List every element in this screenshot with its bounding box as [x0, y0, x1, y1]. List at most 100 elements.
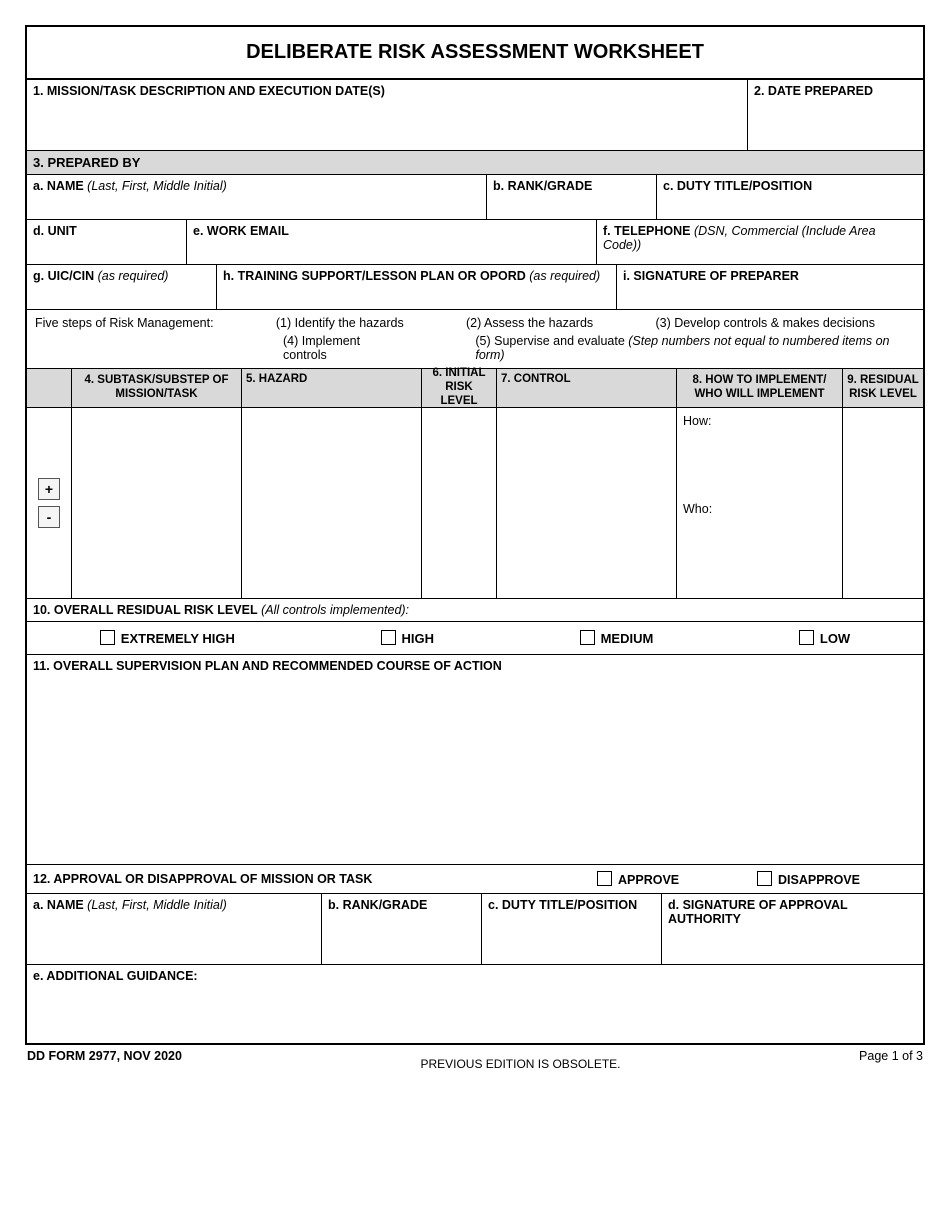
- th-7: 7. CONTROL: [497, 369, 677, 407]
- form-footer: DD FORM 2977, NOV 2020 PREVIOUS EDITION …: [25, 1045, 925, 1071]
- label-3h-hint: (as required): [526, 269, 600, 283]
- who-block: Who:: [683, 502, 836, 516]
- th-6: 6. INITIAL RISK LEVEL: [422, 369, 497, 407]
- label-3h: h. TRAINING SUPPORT/LESSON PLAN OR OPORD: [223, 269, 526, 283]
- step-5-text: (5) Supervise and evaluate: [475, 334, 628, 348]
- cell-residual-risk[interactable]: [843, 408, 923, 598]
- th-6a: 6. INITIAL: [432, 367, 485, 381]
- label-who: Who:: [683, 502, 712, 516]
- label-3b: b. RANK/GRADE: [493, 179, 592, 193]
- label-3e: e. WORK EMAIL: [193, 224, 289, 238]
- row-3abc: a. NAME (Last, First, Middle Initial) b.…: [27, 175, 923, 220]
- footer-obsolete: PREVIOUS EDITION IS OBSOLETE.: [420, 1049, 620, 1071]
- form-title: DELIBERATE RISK ASSESSMENT WORKSHEET: [27, 27, 923, 80]
- cell-hazard[interactable]: [242, 408, 422, 598]
- th-8b: WHO WILL IMPLEMENT: [694, 388, 824, 402]
- label-1: 1. MISSION/TASK DESCRIPTION AND EXECUTIO…: [33, 84, 385, 98]
- field-12c-duty[interactable]: c. DUTY TITLE/POSITION: [482, 894, 662, 964]
- field-12b-rank[interactable]: b. RANK/GRADE: [322, 894, 482, 964]
- section-10-header: 10. OVERALL RESIDUAL RISK LEVEL (All con…: [27, 599, 923, 622]
- checkbox-icon[interactable]: [799, 630, 814, 645]
- field-3h-training[interactable]: h. TRAINING SUPPORT/LESSON PLAN OR OPORD…: [217, 265, 617, 309]
- how-block: How:: [683, 414, 836, 502]
- label-3g: g. UIC/CIN: [33, 269, 94, 283]
- label-3d: d. UNIT: [33, 224, 77, 238]
- checkbox-icon[interactable]: [580, 630, 595, 645]
- footer-form-id: DD FORM 2977, NOV 2020: [27, 1049, 182, 1071]
- hazard-table-header: 4. SUBTASK/SUBSTEP OF MISSION/TASK 5. HA…: [27, 369, 923, 408]
- label-3g-hint: (as required): [94, 269, 168, 283]
- th-4a: 4. SUBTASK/SUBSTEP OF: [85, 374, 229, 388]
- remove-row-button[interactable]: -: [38, 506, 60, 528]
- field-mission-task[interactable]: 1. MISSION/TASK DESCRIPTION AND EXECUTIO…: [27, 80, 748, 150]
- cell-initial-risk[interactable]: [422, 408, 497, 598]
- checkbox-icon[interactable]: [757, 871, 772, 886]
- step-5: (5) Supervise and evaluate (Step numbers…: [475, 334, 915, 362]
- opt-approve[interactable]: APPROVE: [597, 871, 757, 887]
- label-12e: e. ADDITIONAL GUIDANCE:: [33, 969, 198, 983]
- label-12d: d. SIGNATURE OF APPROVAL AUTHORITY: [668, 898, 847, 926]
- th-6b: RISK LEVEL: [426, 381, 492, 409]
- step-2: (2) Assess the hazards: [466, 316, 593, 330]
- th-8a: 8. HOW TO IMPLEMENT/: [693, 374, 827, 388]
- row-mission-date: 1. MISSION/TASK DESCRIPTION AND EXECUTIO…: [27, 80, 923, 151]
- opt-medium[interactable]: MEDIUM: [580, 630, 654, 646]
- checkbox-icon[interactable]: [381, 630, 396, 645]
- opt-low[interactable]: LOW: [799, 630, 850, 646]
- disapprove-label: DISAPPROVE: [778, 873, 860, 887]
- field-12d-signature[interactable]: d. SIGNATURE OF APPROVAL AUTHORITY: [662, 894, 923, 964]
- opt-disapprove[interactable]: DISAPPROVE: [757, 871, 917, 887]
- label-3f: f. TELEPHONE: [603, 224, 691, 238]
- checkbox-icon[interactable]: [597, 871, 612, 886]
- label-3a-hint: (Last, First, Middle Initial): [84, 179, 227, 193]
- label-3a: a. NAME: [33, 179, 84, 193]
- label-10: 10. OVERALL RESIDUAL RISK LEVEL: [33, 603, 258, 617]
- field-3d-unit[interactable]: d. UNIT: [27, 220, 187, 264]
- add-row-button[interactable]: +: [38, 478, 60, 500]
- step-3: (3) Develop controls & makes decisions: [655, 316, 875, 330]
- hazard-table-row: + - How: Who:: [27, 408, 923, 599]
- opt-high[interactable]: HIGH: [381, 630, 435, 646]
- step-1: (1) Identify the hazards: [276, 316, 404, 330]
- section-3-header: 3. PREPARED BY: [27, 151, 923, 175]
- opt-m-label: MEDIUM: [601, 631, 654, 646]
- field-3g-uic[interactable]: g. UIC/CIN (as required): [27, 265, 217, 309]
- cell-control[interactable]: [497, 408, 677, 598]
- field-date-prepared[interactable]: 2. DATE PREPARED: [748, 80, 923, 150]
- opt-extremely-high[interactable]: EXTREMELY HIGH: [100, 630, 235, 646]
- opt-h-label: HIGH: [402, 631, 435, 646]
- label-11: 11. OVERALL SUPERVISION PLAN AND RECOMME…: [27, 655, 923, 677]
- risk-steps: Five steps of Risk Management: (1) Ident…: [27, 310, 923, 369]
- th-4b: MISSION/TASK: [115, 388, 197, 402]
- label-10-hint: (All controls implemented):: [258, 603, 409, 617]
- field-12a-name[interactable]: a. NAME (Last, First, Middle Initial): [27, 894, 322, 964]
- label-12c: c. DUTY TITLE/POSITION: [488, 898, 637, 912]
- field-3i-signature[interactable]: i. SIGNATURE OF PREPARER: [617, 265, 923, 309]
- label-how: How:: [683, 414, 711, 428]
- th-9a: 9. RESIDUAL: [847, 374, 919, 388]
- field-3c-duty[interactable]: c. DUTY TITLE/POSITION: [657, 175, 923, 219]
- field-3b-rank[interactable]: b. RANK/GRADE: [487, 175, 657, 219]
- th-8: 8. HOW TO IMPLEMENT/ WHO WILL IMPLEMENT: [677, 369, 843, 407]
- step-4: (4) Implement controls: [283, 334, 405, 362]
- footer-page: Page 1 of 3: [859, 1049, 923, 1071]
- th-9: 9. RESIDUAL RISK LEVEL: [843, 369, 923, 407]
- opt-eh-label: EXTREMELY HIGH: [121, 631, 235, 646]
- risk-level-options: EXTREMELY HIGH HIGH MEDIUM LOW: [27, 622, 923, 655]
- field-12e-guidance[interactable]: e. ADDITIONAL GUIDANCE:: [27, 965, 923, 1043]
- field-3f-telephone[interactable]: f. TELEPHONE (DSN, Commercial (Include A…: [597, 220, 923, 264]
- th-4: 4. SUBTASK/SUBSTEP OF MISSION/TASK: [72, 369, 242, 407]
- label-12a: a. NAME: [33, 898, 84, 912]
- field-3e-email[interactable]: e. WORK EMAIL: [187, 220, 597, 264]
- th-pm: [27, 369, 72, 407]
- cell-subtask[interactable]: [72, 408, 242, 598]
- cell-implement[interactable]: How: Who:: [677, 408, 843, 598]
- label-3c: c. DUTY TITLE/POSITION: [663, 179, 812, 193]
- section-11[interactable]: 11. OVERALL SUPERVISION PLAN AND RECOMME…: [27, 655, 923, 865]
- approve-label: APPROVE: [618, 873, 679, 887]
- label-12: 12. APPROVAL OR DISAPPROVAL OF MISSION O…: [33, 872, 597, 886]
- checkbox-icon[interactable]: [100, 630, 115, 645]
- opt-l-label: LOW: [820, 631, 850, 646]
- field-3a-name[interactable]: a. NAME (Last, First, Middle Initial): [27, 175, 487, 219]
- th-9b: RISK LEVEL: [849, 388, 917, 402]
